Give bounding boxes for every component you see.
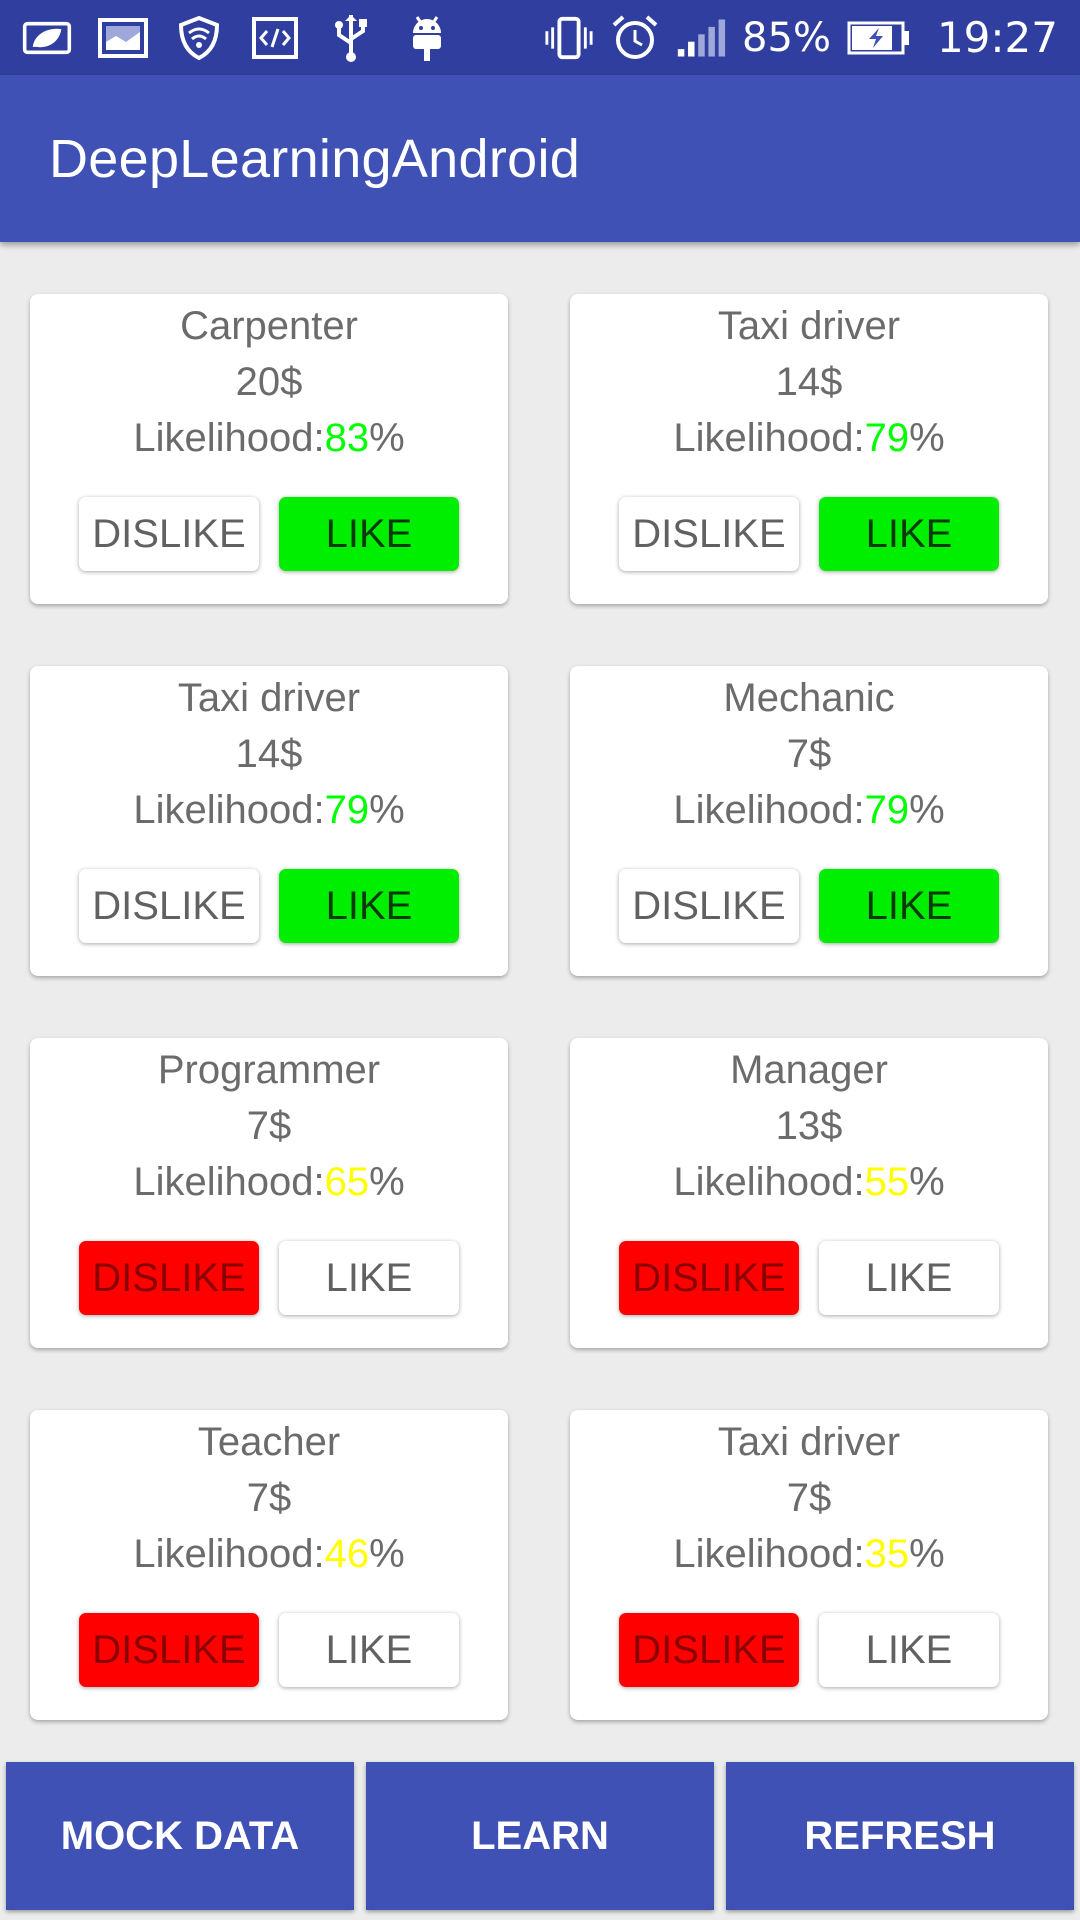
job-card: Taxi driver 14$ Likelihood:79% DISLIKE L…	[570, 294, 1048, 604]
dislike-button[interactable]: DISLIKE	[619, 1613, 799, 1687]
dislike-button[interactable]: DISLIKE	[619, 497, 799, 571]
likelihood-value: 83	[324, 416, 370, 460]
likelihood-value: 55	[864, 1160, 910, 1204]
job-title: Taxi driver	[717, 1420, 901, 1464]
clock: 19:27	[936, 13, 1058, 62]
job-card: Manager 13$ Likelihood:55% DISLIKE LIKE	[570, 1038, 1048, 1348]
dislike-button[interactable]: DISLIKE	[79, 1241, 259, 1315]
likelihood-text: Likelihood:65%	[30, 1160, 508, 1205]
job-title: Programmer	[157, 1048, 381, 1092]
likelihood-unit: %	[909, 788, 945, 832]
like-button[interactable]: LIKE	[819, 869, 999, 943]
likelihood-label: Likelihood:	[133, 1532, 325, 1576]
job-pay: 13$	[775, 1104, 843, 1148]
bottom-action-bar: MOCK DATA LEARN REFRESH	[0, 1762, 1080, 1910]
likelihood-text: Likelihood:79%	[570, 788, 1048, 833]
refresh-button[interactable]: REFRESH	[726, 1762, 1074, 1910]
likelihood-unit: %	[369, 416, 405, 460]
dislike-button[interactable]: DISLIKE	[619, 1241, 799, 1315]
likelihood-label: Likelihood:	[673, 416, 865, 460]
likelihood-text: Likelihood:83%	[30, 416, 508, 461]
likelihood-value: 79	[324, 788, 370, 832]
shield-wifi-icon	[174, 13, 224, 63]
job-title: Carpenter	[180, 304, 358, 348]
likelihood-unit: %	[369, 788, 405, 832]
status-icons-left	[22, 13, 452, 63]
vibrate-icon	[544, 13, 594, 63]
app-bar: DeepLearningAndroid	[0, 75, 1080, 242]
leaf-icon	[22, 13, 72, 63]
battery-charging-icon	[847, 13, 911, 63]
likelihood-label: Likelihood:	[133, 1160, 325, 1204]
likelihood-text: Likelihood:79%	[570, 416, 1048, 461]
code-icon	[250, 13, 300, 63]
usb-icon	[326, 13, 376, 63]
job-card: Taxi driver 7$ Likelihood:35% DISLIKE LI…	[570, 1410, 1048, 1720]
alarm-icon	[610, 13, 660, 63]
likelihood-label: Likelihood:	[673, 1160, 865, 1204]
job-card: Taxi driver 14$ Likelihood:79% DISLIKE L…	[30, 666, 508, 976]
like-button[interactable]: LIKE	[819, 497, 999, 571]
likelihood-value: 79	[864, 416, 910, 460]
status-bar: 85% 19:27	[0, 0, 1080, 75]
gallery-icon	[98, 13, 148, 63]
likelihood-text: Likelihood:79%	[30, 788, 508, 833]
likelihood-unit: %	[909, 416, 945, 460]
job-card: Mechanic 7$ Likelihood:79% DISLIKE LIKE	[570, 666, 1048, 976]
likelihood-text: Likelihood:46%	[30, 1532, 508, 1577]
learn-button[interactable]: LEARN	[366, 1762, 714, 1910]
likelihood-value: 35	[864, 1532, 910, 1576]
job-pay: 20$	[235, 360, 303, 404]
status-icons-right: 85% 19:27	[544, 13, 1058, 63]
likelihood-label: Likelihood:	[133, 788, 325, 832]
job-pay: 7$	[786, 732, 832, 776]
like-button[interactable]: LIKE	[819, 1613, 999, 1687]
job-pay: 14$	[775, 360, 843, 404]
job-title: Taxi driver	[717, 304, 901, 348]
like-button[interactable]: LIKE	[279, 497, 459, 571]
like-button[interactable]: LIKE	[279, 1241, 459, 1315]
job-card: Teacher 7$ Likelihood:46% DISLIKE LIKE	[30, 1410, 508, 1720]
likelihood-unit: %	[369, 1160, 405, 1204]
job-title: Manager	[730, 1048, 888, 1092]
job-card: Carpenter 20$ Likelihood:83% DISLIKE LIK…	[30, 294, 508, 604]
android-icon	[402, 13, 452, 63]
likelihood-value: 79	[864, 788, 910, 832]
signal-icon	[676, 13, 726, 63]
likelihood-unit: %	[909, 1532, 945, 1576]
dislike-button[interactable]: DISLIKE	[619, 869, 799, 943]
dislike-button[interactable]: DISLIKE	[79, 1613, 259, 1687]
likelihood-text: Likelihood:55%	[570, 1160, 1048, 1205]
likelihood-label: Likelihood:	[673, 788, 865, 832]
job-card: Programmer 7$ Likelihood:65% DISLIKE LIK…	[30, 1038, 508, 1348]
likelihood-value: 46	[324, 1532, 370, 1576]
job-pay: 14$	[235, 732, 303, 776]
mock-data-button[interactable]: MOCK DATA	[6, 1762, 354, 1910]
job-title: Teacher	[197, 1420, 341, 1464]
likelihood-unit: %	[909, 1160, 945, 1204]
job-pay: 7$	[246, 1476, 292, 1520]
dislike-button[interactable]: DISLIKE	[79, 869, 259, 943]
job-pay: 7$	[246, 1104, 292, 1148]
job-title: Taxi driver	[177, 676, 361, 720]
likelihood-label: Likelihood:	[673, 1532, 865, 1576]
job-title: Mechanic	[723, 676, 895, 720]
likelihood-unit: %	[369, 1532, 405, 1576]
like-button[interactable]: LIKE	[819, 1241, 999, 1315]
battery-percent: 85%	[742, 14, 831, 61]
job-pay: 7$	[786, 1476, 832, 1520]
likelihood-value: 65	[324, 1160, 370, 1204]
likelihood-label: Likelihood:	[133, 416, 325, 460]
dislike-button[interactable]: DISLIKE	[79, 497, 259, 571]
likelihood-text: Likelihood:35%	[570, 1532, 1048, 1577]
like-button[interactable]: LIKE	[279, 869, 459, 943]
like-button[interactable]: LIKE	[279, 1613, 459, 1687]
app-title: DeepLearningAndroid	[49, 128, 581, 189]
